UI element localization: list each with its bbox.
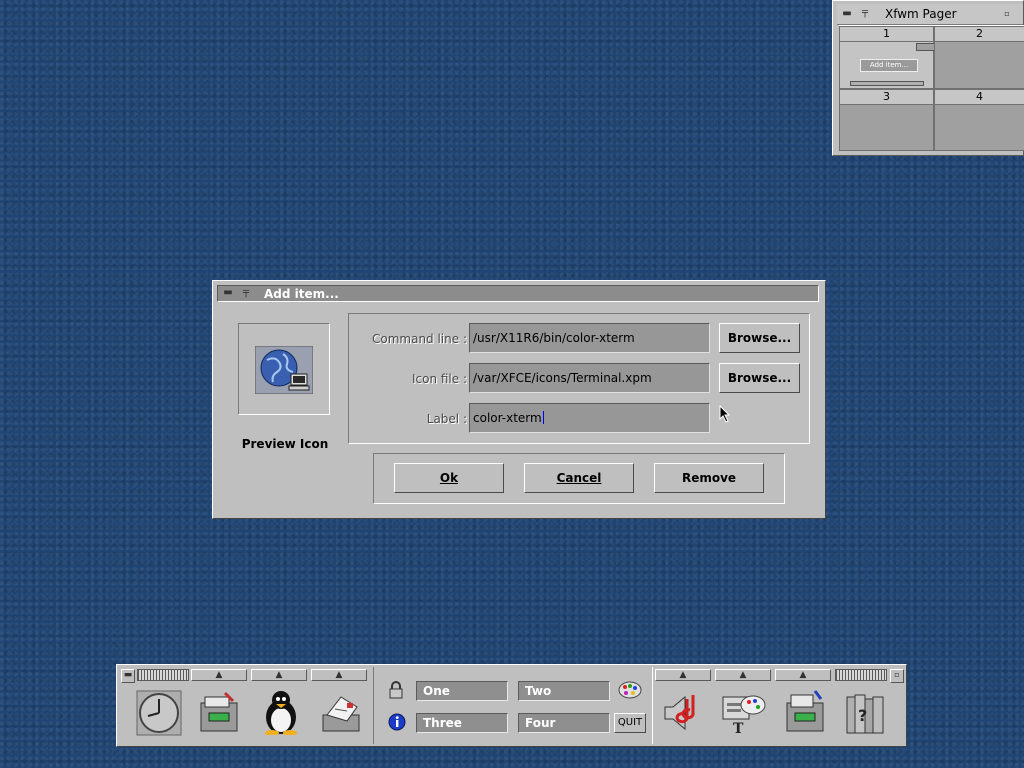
window-menu-icon[interactable]: ▬ [222,287,234,299]
mini-window-add-item: Add item... [860,59,918,72]
svg-text:T: T [733,721,744,737]
lock-icon[interactable] [388,681,404,699]
palette-icon[interactable] [618,681,642,699]
file-manager-icon[interactable] [195,689,243,737]
popup-arrow-3[interactable]: ▲ [311,669,367,681]
desktop-button-one[interactable]: One [416,681,508,701]
popup-arrow-5[interactable]: ▲ [715,669,771,681]
panel-menu-icon[interactable]: ▬ [121,669,135,683]
popup-arrow-1[interactable]: ▲ [191,669,247,681]
help-books-icon[interactable]: ? [841,689,889,737]
pager-desk-2[interactable]: 2 [934,26,1024,89]
cancel-button[interactable]: Cancel [524,463,634,493]
mini-window-panel [850,81,924,86]
label-field-label: Label : [426,412,467,426]
clock-icon[interactable] [135,689,183,737]
fields-frame: Command line : /usr/X11R6/bin/color-xter… [348,313,810,444]
xfwm-pager-window: ▬ ╤ Xfwm Pager ▫ 1 Add item... 2 3 4 [832,0,1024,156]
pager-desktops: 1 Add item... 2 3 4 [839,25,1024,151]
svg-text:?: ? [858,706,867,725]
desk-number: 3 [840,90,933,105]
desktop-button-four[interactable]: Four [518,713,610,733]
pager-desk-3[interactable]: 3 [839,89,934,151]
command-line-input[interactable]: /usr/X11R6/bin/color-xterm [469,323,710,353]
print-manager-icon[interactable] [781,689,829,737]
popup-arrow-6[interactable]: ▲ [775,669,831,681]
command-line-label: Command line : [371,332,467,346]
info-icon[interactable] [388,713,406,731]
pin-icon[interactable]: ╤ [859,7,871,19]
add-item-dialog: ▬ ╤ Add item... Preview Icon Command lin… [212,280,826,519]
settings-palette-icon[interactable]: T [719,689,767,737]
remove-button[interactable]: Remove [654,463,764,493]
mail-icon[interactable] [317,689,365,737]
browse-command-button[interactable]: Browse... [719,323,800,353]
window-menu-icon[interactable]: ▬ [841,8,853,20]
preview-icon-label: Preview Icon [241,437,329,451]
browse-icon-button[interactable]: Browse... [719,363,800,393]
minimize-icon[interactable]: ▫ [1001,8,1013,20]
popup-arrow-2[interactable]: ▲ [251,669,307,681]
panel-close-icon[interactable]: ▫ [890,669,904,683]
pager-desk-1[interactable]: 1 Add item... [839,26,936,89]
icon-file-input[interactable]: /var/XFCE/icons/Terminal.xpm [469,363,710,393]
desk-number: 2 [935,27,1024,42]
xfce-panel: ▬ ▲ ▲ ▲ One Two Three Four QUIT ▲ ▲ ▲ ▫ … [116,664,907,747]
desk-number: 4 [935,90,1024,105]
pager-desk-4[interactable]: 4 [934,89,1024,151]
icon-file-label: Icon file : [411,372,467,386]
desktop-switcher: One Two Three Four QUIT [373,667,653,744]
sound-icon[interactable] [657,689,705,737]
dialog-title: Add item... [264,287,339,301]
popup-arrow-4[interactable]: ▲ [655,669,711,681]
globe-terminal-icon [255,346,313,394]
ok-button[interactable]: Ok [394,463,504,493]
pager-title: Xfwm Pager [885,7,957,21]
quit-button[interactable]: QUIT [614,713,646,733]
panel-left-grip[interactable] [137,669,189,681]
tux-penguin-icon[interactable] [257,687,305,735]
panel-right-grip[interactable] [835,669,887,681]
pin-icon[interactable]: ╤ [240,287,252,299]
preview-icon-frame [238,323,330,415]
text-caret [542,411,544,424]
dialog-titlebar[interactable]: ▬ ╤ Add item... [217,285,819,302]
desk-number: 1 [840,27,933,42]
mouse-pointer-icon [719,405,731,423]
label-input[interactable]: color-xterm [469,403,710,433]
label-input-value: color-xterm [473,411,542,425]
button-row-frame: Ok Cancel Remove [373,453,785,504]
desktop-button-three[interactable]: Three [416,713,508,733]
mini-window [916,43,936,51]
pager-titlebar[interactable]: ▬ ╤ Xfwm Pager ▫ [837,4,1023,25]
desktop-button-two[interactable]: Two [518,681,610,701]
